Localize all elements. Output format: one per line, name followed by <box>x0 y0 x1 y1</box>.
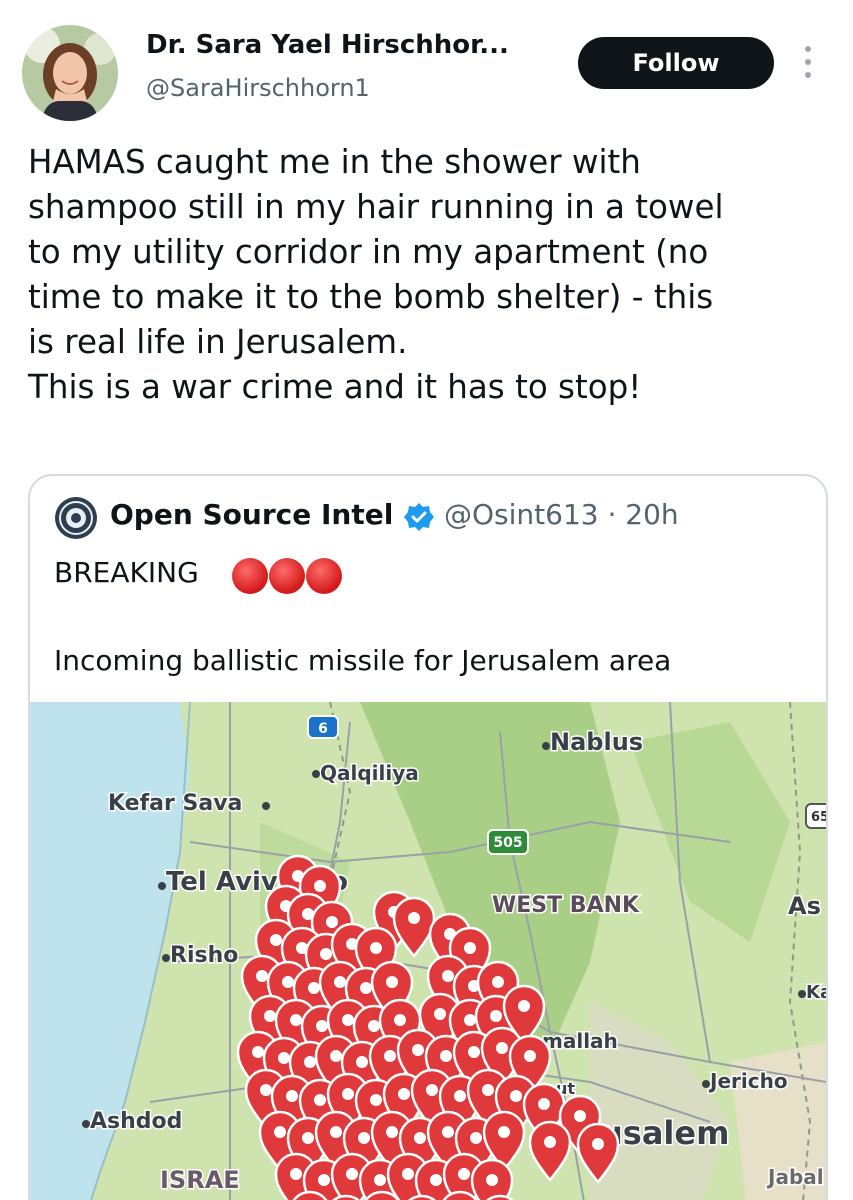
alert-map-image[interactable]: 6 505 65 Nablus Qalqiliya Kefar Sava Tel… <box>30 702 826 1200</box>
road-65-label: 65 <box>811 810 826 825</box>
author-avatar[interactable] <box>22 25 118 121</box>
tweet-header: Dr. Sara Yael Hirschhor... @SaraHirschho… <box>0 0 853 130</box>
road-505-label: 505 <box>493 835 522 851</box>
quoted-text-missile: Incoming ballistic missile for Jerusalem… <box>54 644 672 677</box>
label-ramallah: mallah <box>542 1029 618 1053</box>
tweet-text: HAMAS caught me in the shower with shamp… <box>28 143 724 406</box>
label-jerusalem: usalem <box>600 1114 729 1152</box>
red-circle-emoji-icons <box>230 556 350 596</box>
label-israel: ISRAE <box>160 1166 240 1194</box>
quoted-tweet-card[interactable]: Open Source Intel @Osint613 · 20h BREAKI… <box>28 474 828 1200</box>
verified-badge-icon <box>404 502 434 532</box>
label-qalqiliya: Qalqiliya <box>320 761 419 785</box>
label-nablus: Nablus <box>550 728 643 756</box>
more-options-icon[interactable] <box>796 42 820 82</box>
label-kefar-sava: Kefar Sava <box>108 791 242 816</box>
quoted-text-breaking: BREAKING <box>54 556 199 589</box>
quoted-author-avatar[interactable] <box>54 496 98 540</box>
follow-button[interactable]: Follow <box>578 37 774 89</box>
label-as: As <box>788 892 821 920</box>
quoted-author-name[interactable]: Open Source Intel <box>110 498 393 531</box>
label-jericho: Jericho <box>708 1069 788 1093</box>
quoted-handle-time[interactable]: @Osint613 · 20h <box>444 498 679 531</box>
label-ka: Ka <box>806 982 826 1003</box>
author-name[interactable]: Dr. Sara Yael Hirschhor... <box>146 30 509 60</box>
label-ashdod: Ashdod <box>90 1109 182 1134</box>
author-handle[interactable]: @SaraHirschhorn1 <box>146 74 370 102</box>
label-west-bank: WEST BANK <box>492 893 640 918</box>
road-6-label: 6 <box>318 721 328 737</box>
label-rishon: Risho <box>170 943 238 968</box>
label-jabal: Jabal <box>766 1165 824 1189</box>
